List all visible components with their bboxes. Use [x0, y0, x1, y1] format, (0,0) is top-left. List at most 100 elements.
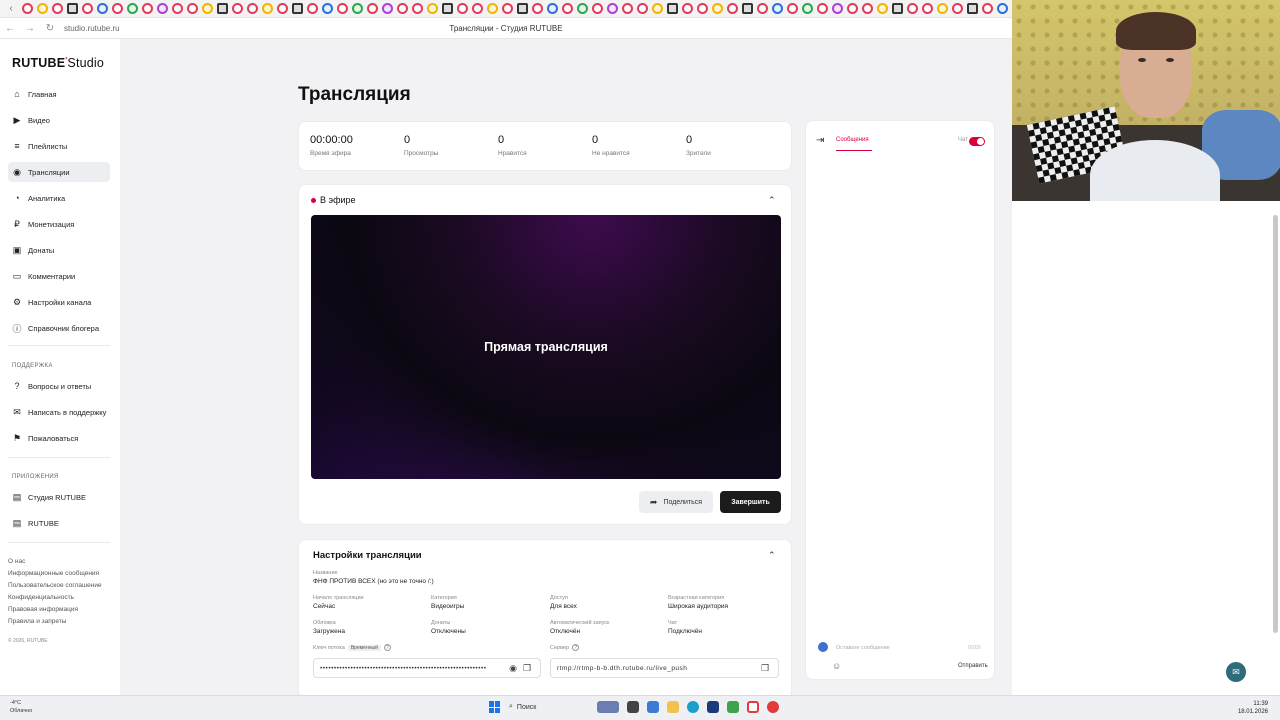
yandex-browser-icon[interactable]: [747, 701, 759, 713]
tab-favicon-icon[interactable]: [37, 3, 48, 14]
tab-messages[interactable]: Сообщения: [836, 137, 869, 143]
copy-icon[interactable]: ❐: [520, 663, 534, 674]
tab-favicon-icon[interactable]: [142, 3, 153, 14]
tab-favicon-icon[interactable]: [742, 3, 753, 14]
sidebar-item-contact-support[interactable]: ✉ Написать в поддержку: [8, 402, 110, 422]
share-button[interactable]: ➦ Поделиться: [639, 491, 713, 513]
tab-favicon-icon[interactable]: [367, 3, 378, 14]
taskbar-search[interactable]: ⌕ Поиск: [509, 703, 589, 711]
tab-favicon-icon[interactable]: [817, 3, 828, 14]
tab-favicon-icon[interactable]: [232, 3, 243, 14]
tab-favicon-icon[interactable]: [562, 3, 573, 14]
collapse-panel-icon[interactable]: ⇥: [816, 135, 824, 146]
tab-favicon-icon[interactable]: [502, 3, 513, 14]
tab-favicon-icon[interactable]: [247, 3, 258, 14]
app-icon[interactable]: [707, 701, 719, 713]
tab-favicon-icon[interactable]: [382, 3, 393, 14]
tab-favicon-icon[interactable]: [577, 3, 588, 14]
store-icon[interactable]: [647, 701, 659, 713]
footer-link-user-agreement[interactable]: Пользовательское соглашение: [8, 582, 102, 589]
tab-favicon-icon[interactable]: [712, 3, 723, 14]
tab-favicon-icon[interactable]: [157, 3, 168, 14]
sidebar-item-home[interactable]: ⌂ Главная: [8, 84, 110, 104]
tab-favicon-icon[interactable]: [697, 3, 708, 14]
tab-favicon-icon[interactable]: [547, 3, 558, 14]
tab-favicon-icon[interactable]: [832, 3, 843, 14]
sidebar-item-analytics[interactable]: ◔ Аналитика: [8, 188, 110, 208]
tab-favicon-icon[interactable]: [952, 3, 963, 14]
footer-link-privacy[interactable]: Конфиденциальность: [8, 594, 74, 601]
sidebar-item-rutube-app[interactable]: ▤ RUTUBE: [8, 513, 110, 533]
sidebar-item-video[interactable]: ▶ Видео: [8, 110, 110, 130]
rutube-studio-logo[interactable]: RUTUBE'Studio: [12, 56, 104, 70]
sidebar-item-blogger-guide[interactable]: ⓘ Справочник блогера: [8, 318, 110, 338]
send-button[interactable]: Отправить: [958, 663, 988, 669]
tab-favicon-icon[interactable]: [412, 3, 423, 14]
weather-widget[interactable]: -4°C Облачно: [10, 699, 32, 715]
tab-favicon-icon[interactable]: [607, 3, 618, 14]
record-icon[interactable]: [767, 701, 779, 713]
tab-favicon-icon[interactable]: [517, 3, 528, 14]
help-icon[interactable]: ?: [383, 644, 391, 651]
sidebar-item-playlists[interactable]: ≡ Плейлисты: [8, 136, 110, 156]
video-player[interactable]: Прямая трансляция: [311, 215, 781, 479]
tab-favicon-icon[interactable]: [112, 3, 123, 14]
tab-favicon-icon[interactable]: [862, 3, 873, 14]
sidebar-item-comments[interactable]: ▭ Комментарии: [8, 266, 110, 286]
explorer-icon[interactable]: [667, 701, 679, 713]
tab-favicon-icon[interactable]: [592, 3, 603, 14]
tab-favicon-icon[interactable]: [907, 3, 918, 14]
windows-start-icon[interactable]: [489, 701, 501, 713]
tab-favicon-icon[interactable]: [772, 3, 783, 14]
tab-favicon-icon[interactable]: [892, 3, 903, 14]
tab-favicon-icon[interactable]: [442, 3, 453, 14]
tab-favicon-icon[interactable]: [457, 3, 468, 14]
tab-favicon-icon[interactable]: [397, 3, 408, 14]
tab-favicon-icon[interactable]: [82, 3, 93, 14]
sidebar-item-faq[interactable]: ? Вопросы и ответы: [8, 376, 110, 396]
sidebar-item-channel-settings[interactable]: ⚙ Настройки канала: [8, 292, 110, 312]
tab-favicon-icon[interactable]: [787, 3, 798, 14]
tab-favicon-icon[interactable]: [667, 3, 678, 14]
tab-favicon-icon[interactable]: [532, 3, 543, 14]
tab-favicon-icon[interactable]: [427, 3, 438, 14]
support-chat-button[interactable]: ✉: [1226, 662, 1246, 682]
tab-favicon-icon[interactable]: [337, 3, 348, 14]
widgets-icon[interactable]: [597, 701, 619, 713]
chevron-up-icon[interactable]: ⌃: [768, 195, 776, 206]
tab-favicon-icon[interactable]: [682, 3, 693, 14]
tab-favicon-icon[interactable]: [757, 3, 768, 14]
tab-favicon-icon[interactable]: [937, 3, 948, 14]
tab-favicon-icon[interactable]: [622, 3, 633, 14]
tab-favicon-icon[interactable]: [802, 3, 813, 14]
tab-favicon-icon[interactable]: [847, 3, 858, 14]
tab-favicon-icon[interactable]: [637, 3, 648, 14]
tab-favicon-icon[interactable]: [982, 3, 993, 14]
emoji-icon[interactable]: ☺: [832, 661, 841, 671]
tab-favicon-icon[interactable]: [127, 3, 138, 14]
minecraft-icon[interactable]: [727, 701, 739, 713]
tab-favicon-icon[interactable]: [217, 3, 228, 14]
chat-message-input[interactable]: Оставьте сообщение: [836, 645, 890, 651]
tab-favicon-icon[interactable]: [487, 3, 498, 14]
tab-favicon-icon[interactable]: [97, 3, 108, 14]
tab-favicon-icon[interactable]: [52, 3, 63, 14]
tab-favicon-icon[interactable]: [652, 3, 663, 14]
help-icon[interactable]: ?: [572, 644, 580, 651]
footer-link-info-messages[interactable]: Информационные сообщения: [8, 570, 99, 577]
tab-favicon-icon[interactable]: [187, 3, 198, 14]
eye-icon[interactable]: ◉: [506, 663, 520, 674]
copy-icon[interactable]: ❐: [758, 663, 772, 674]
tab-favicon-icon[interactable]: [997, 3, 1008, 14]
tab-favicon-icon[interactable]: [922, 3, 933, 14]
tab-favicon-icon[interactable]: [967, 3, 978, 14]
tab-favicon-icon[interactable]: [67, 3, 78, 14]
tab-favicon-icon[interactable]: [172, 3, 183, 14]
tab-favicon-icon[interactable]: [472, 3, 483, 14]
page-scrollbar[interactable]: [1273, 215, 1278, 633]
server-url-input[interactable]: rtmp://rtmp-b-b.dth.rutube.ru/live_push …: [550, 658, 779, 678]
footer-link-rules[interactable]: Правила и запреты: [8, 618, 66, 625]
sidebar-item-report[interactable]: ⚑ Пожаловаться: [8, 428, 110, 448]
sidebar-item-donations[interactable]: ▣ Донаты: [8, 240, 110, 260]
tab-favicon-icon[interactable]: [292, 3, 303, 14]
